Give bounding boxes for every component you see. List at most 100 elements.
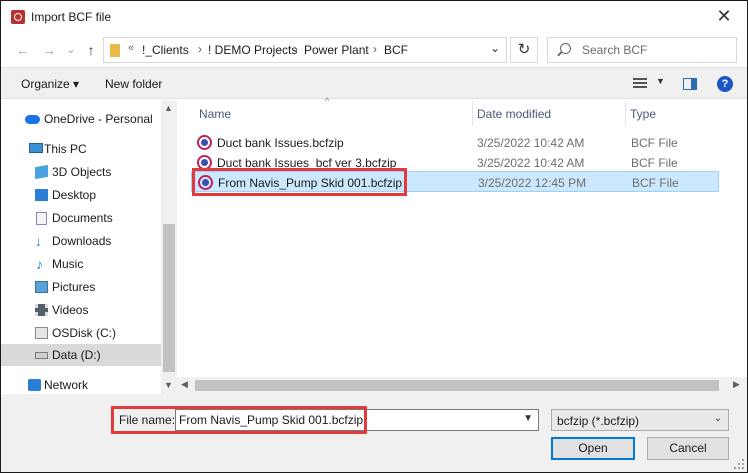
view-options-icon[interactable] — [633, 78, 647, 90]
sidebar-item-videos[interactable]: Videos — [1, 299, 161, 321]
breadcrumb-separator: › — [294, 42, 298, 56]
sidebar-item-onedrive[interactable]: OneDrive - Personal — [1, 108, 161, 130]
breadcrumb-separator: › — [373, 42, 377, 56]
sidebar-item-label: Downloads — [52, 234, 112, 248]
command-bar: Organize ▾ New folder ▼ ? — [1, 67, 747, 99]
recent-locations-button[interactable]: ⌄ — [61, 40, 81, 60]
breadcrumb-separator: › — [198, 42, 202, 56]
back-button[interactable]: ← — [13, 40, 33, 60]
open-button[interactable]: Open — [551, 437, 635, 460]
folder-icon — [110, 44, 120, 57]
horizontal-scrollbar[interactable]: ◀ ▶ — [177, 377, 747, 394]
app-icon — [11, 10, 25, 24]
sidebar-item-desktop[interactable]: Desktop — [1, 184, 161, 206]
window-title: Import BCF file — [31, 10, 112, 24]
bcf-file-icon — [197, 135, 212, 150]
chevron-down-icon[interactable]: ▼ — [523, 413, 533, 424]
sidebar-item-label: Music — [52, 257, 84, 271]
sidebar-item-label: This PC — [44, 142, 87, 156]
search-input[interactable] — [582, 42, 732, 58]
file-date: 3/25/2022 10:42 AM — [477, 136, 585, 150]
import-bcf-dialog: Import BCF file ✕ ← → ⌄ ↑ « !_Clients › … — [0, 0, 748, 473]
sidebar-item-label: Videos — [52, 303, 89, 317]
sidebar-scroll-thumb[interactable] — [163, 224, 175, 372]
organize-button[interactable]: Organize ▾ — [21, 77, 79, 91]
highlight-box — [192, 168, 407, 196]
file-date: 3/25/2022 12:45 PM — [478, 176, 587, 190]
video-icon — [35, 304, 48, 316]
column-divider[interactable] — [625, 100, 626, 126]
column-header-date[interactable]: Date modified — [477, 107, 551, 121]
file-name: Duct bank Issues.bcfzip — [217, 136, 344, 150]
column-divider[interactable] — [472, 100, 473, 126]
forward-button[interactable]: → — [39, 40, 59, 60]
file-type-filter-value: bcfzip (*.bcfzip) — [557, 414, 640, 428]
breadcrumb-demo-projects[interactable]: ! DEMO Projects — [208, 43, 297, 57]
navigation-bar: ← → ⌄ ↑ « !_Clients › ! DEMO Projects › … — [1, 33, 747, 67]
sidebar-item-network[interactable]: Network — [1, 374, 161, 396]
sidebar-scrollbar[interactable]: ▲ ▼ — [161, 100, 177, 394]
download-arrow-icon: ↓ — [35, 233, 42, 249]
horizontal-scroll-thumb[interactable] — [195, 380, 719, 391]
help-icon[interactable]: ? — [717, 76, 733, 92]
chevron-down-icon[interactable]: ⌄ — [490, 41, 500, 55]
sidebar-item-label: Data (D:) — [52, 348, 101, 362]
disk-icon — [35, 327, 48, 339]
file-type: BCF File — [632, 176, 679, 190]
up-button[interactable]: ↑ — [81, 40, 101, 60]
sidebar-item-music[interactable]: ♪ Music — [1, 253, 161, 275]
file-list: ^ Name Date modified Type Duct bank Issu… — [177, 96, 747, 394]
chevron-down-icon[interactable]: ▼ — [656, 76, 665, 86]
sidebar-item-label: Desktop — [52, 188, 97, 202]
music-note-icon: ♪ — [36, 256, 43, 272]
sidebar-item-label: Pictures — [52, 280, 96, 294]
address-bar[interactable]: « !_Clients › ! DEMO Projects › Power Pl… — [103, 37, 507, 63]
bottom-panel: File name: ▼ bcfzip (*.bcfzip) ⌄ Open Ca… — [1, 394, 747, 472]
scroll-up-arrow-icon[interactable]: ▲ — [164, 103, 173, 113]
cloud-icon — [25, 115, 40, 124]
sidebar-item-documents[interactable]: Documents — [1, 207, 161, 229]
network-icon — [28, 379, 41, 391]
file-type-filter[interactable]: bcfzip (*.bcfzip) ⌄ — [551, 409, 729, 431]
cancel-button[interactable]: Cancel — [647, 437, 729, 460]
highlight-box — [111, 406, 367, 434]
breadcrumb-overflow[interactable]: « — [128, 42, 134, 54]
search-icon — [560, 43, 571, 54]
close-button[interactable]: ✕ — [709, 5, 739, 29]
new-folder-button[interactable]: New folder — [105, 77, 162, 91]
scroll-down-arrow-icon[interactable]: ▼ — [164, 380, 173, 390]
sidebar-item-pictures[interactable]: Pictures — [1, 276, 161, 298]
sidebar-item-data-drive[interactable]: Data (D:) — [1, 344, 161, 366]
computer-icon — [29, 143, 43, 153]
document-icon — [36, 212, 47, 225]
desktop-icon — [35, 189, 48, 201]
resize-grip-icon[interactable] — [734, 459, 744, 469]
scroll-left-arrow-icon[interactable]: ◀ — [181, 379, 188, 390]
chevron-down-icon[interactable]: ⌄ — [714, 413, 722, 424]
sidebar-item-label: OSDisk (C:) — [52, 326, 116, 340]
sidebar-item-label: OneDrive - Personal — [44, 112, 153, 126]
column-header-type[interactable]: Type — [630, 107, 656, 121]
sidebar-item-label: Documents — [52, 211, 113, 225]
sidebar-item-this-pc[interactable]: This PC — [1, 138, 161, 160]
sidebar-item-osdisk[interactable]: OSDisk (C:) — [1, 322, 161, 344]
sidebar-item-downloads[interactable]: ↓ Downloads — [1, 230, 161, 252]
sort-arrow-icon: ^ — [325, 96, 330, 106]
breadcrumb-clients[interactable]: !_Clients — [142, 43, 189, 57]
column-header-name[interactable]: Name — [199, 107, 231, 121]
breadcrumb-power-plant[interactable]: Power Plant — [304, 43, 369, 57]
file-type: BCF File — [631, 156, 678, 170]
scroll-right-arrow-icon[interactable]: ▶ — [733, 379, 740, 390]
drive-icon — [35, 352, 48, 359]
file-row[interactable]: Duct bank Issues.bcfzip 3/25/2022 10:42 … — [191, 132, 719, 153]
navigation-pane: OneDrive - Personal This PC 3D Objects D… — [1, 100, 177, 394]
title-bar: Import BCF file ✕ — [1, 1, 747, 33]
sidebar-item-3d-objects[interactable]: 3D Objects — [1, 161, 161, 183]
cube-icon — [35, 164, 48, 180]
refresh-button[interactable]: ↻ — [510, 37, 538, 63]
file-date: 3/25/2022 10:42 AM — [477, 156, 585, 170]
breadcrumb-bcf[interactable]: BCF — [384, 43, 408, 57]
sidebar-item-label: 3D Objects — [52, 165, 112, 179]
search-box[interactable] — [547, 37, 737, 63]
preview-pane-icon[interactable] — [683, 78, 697, 90]
